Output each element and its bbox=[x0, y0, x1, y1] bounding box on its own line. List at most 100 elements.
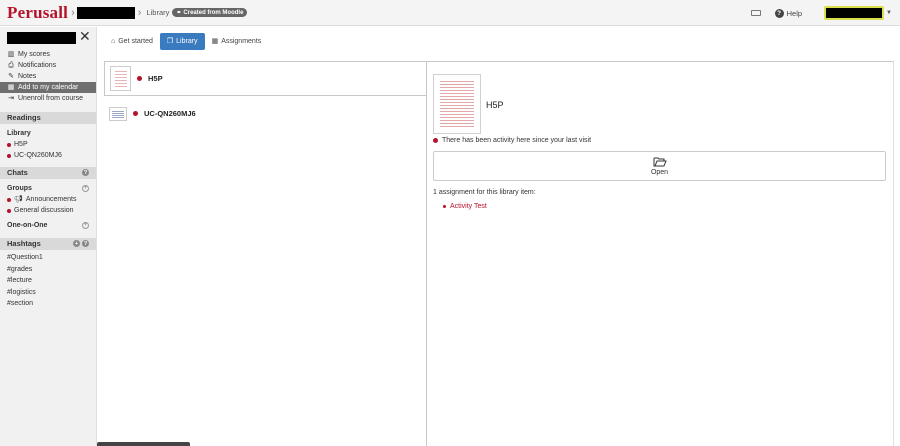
chart-icon: ▥ bbox=[7, 51, 15, 58]
perusall-logo[interactable]: Perusall bbox=[7, 3, 68, 23]
unread-dot bbox=[7, 208, 11, 213]
tab-label: Assignments bbox=[221, 38, 262, 45]
redacted-course-name[interactable] bbox=[76, 6, 135, 19]
document-thumbnail bbox=[109, 106, 127, 121]
detail-title: H5P bbox=[486, 100, 504, 110]
menu-label: My scores bbox=[18, 51, 50, 58]
sidebar: ✕ ▥ My scores ⎙ Notifications ✎ Notes ▦ Add … bbox=[0, 27, 97, 446]
megaphone-icon: 📢︎ bbox=[14, 196, 23, 203]
help-icon[interactable]: ? bbox=[82, 240, 89, 247]
one-on-one-subheader: One-on-One + bbox=[0, 220, 96, 231]
chevron-right-icon: › bbox=[137, 6, 142, 19]
pencil-icon: ✎ bbox=[8, 73, 14, 80]
library-subheader[interactable]: Library bbox=[0, 128, 96, 139]
activity-notice: There has been activity here since your … bbox=[433, 137, 591, 144]
help-label: Help bbox=[786, 8, 803, 18]
unread-dot bbox=[137, 76, 142, 81]
one-on-one-label: One-on-One bbox=[7, 222, 48, 229]
assignment-label: Activity Test bbox=[450, 203, 487, 210]
exit-icon: ⇥ bbox=[8, 95, 14, 102]
group-label: General discussion bbox=[14, 207, 74, 214]
unread-dot bbox=[433, 138, 438, 143]
home-icon: ⌂ bbox=[111, 38, 116, 45]
library-list: H5P UC-QN260MJ6 bbox=[104, 61, 426, 446]
document-thumbnail bbox=[110, 66, 131, 91]
readings-header-label: Readings bbox=[7, 113, 41, 122]
readings-header: Readings bbox=[0, 112, 96, 124]
menu-my-scores[interactable]: ▥ My scores bbox=[0, 49, 96, 60]
add-group-icon[interactable]: + bbox=[82, 185, 89, 192]
top-right-controls: ? Help ▼ bbox=[750, 3, 892, 23]
assignment-count: 1 assignment for this library item: bbox=[433, 189, 536, 196]
menu-label: Notes bbox=[18, 73, 37, 80]
chats-header-label: Chats bbox=[7, 168, 28, 177]
unread-dot bbox=[7, 197, 11, 202]
group-item[interactable]: 📢︎ Announcements bbox=[0, 194, 96, 205]
menu-notes[interactable]: ✎ Notes bbox=[0, 71, 96, 82]
close-icon[interactable]: ✕ bbox=[79, 28, 91, 45]
bottom-scroll-handle[interactable] bbox=[97, 442, 190, 446]
library-item[interactable]: UC-QN260MJ6 bbox=[104, 96, 426, 131]
calendar-icon: ▦ bbox=[7, 84, 15, 91]
reading-label: UC-QN260MJ6 bbox=[14, 152, 62, 159]
chevron-right-icon: › bbox=[71, 6, 75, 19]
library-subheader-label: Library bbox=[7, 130, 31, 137]
menu-unenroll[interactable]: ⇥ Unenroll from course bbox=[0, 93, 96, 104]
menu-notifications[interactable]: ⎙ Notifications bbox=[0, 60, 96, 71]
assignment-link[interactable]: Activity Test bbox=[443, 203, 487, 210]
menu-add-to-calendar[interactable]: ▦ Add to my calendar bbox=[0, 82, 96, 93]
link-icon: ⚭ bbox=[176, 10, 182, 16]
reading-item[interactable]: UC-QN260MJ6 bbox=[0, 150, 96, 161]
group-label: Announcements bbox=[25, 196, 77, 203]
add-chat-icon[interactable]: + bbox=[82, 222, 89, 229]
moodle-badge: ⚭ Created from Moodle bbox=[172, 8, 248, 17]
unread-dot bbox=[133, 111, 138, 116]
keyboard-icon[interactable] bbox=[750, 10, 761, 16]
chevron-down-icon[interactable]: ▼ bbox=[886, 10, 892, 16]
help-button[interactable]: ? Help bbox=[774, 8, 803, 18]
document-preview[interactable] bbox=[433, 74, 481, 134]
breadcrumb-library: Library bbox=[146, 8, 170, 17]
tab-label: Library bbox=[176, 38, 198, 45]
group-item[interactable]: General discussion bbox=[0, 205, 96, 216]
reading-item[interactable]: H5P bbox=[0, 139, 96, 150]
unread-dot bbox=[7, 142, 11, 147]
groups-subheader: Groups + bbox=[0, 183, 96, 194]
folder-open-icon bbox=[653, 157, 667, 167]
hashtag-item[interactable]: #lecture bbox=[0, 275, 96, 287]
hashtags-header: Hashtags +? bbox=[0, 238, 96, 250]
menu-label: Unenroll from course bbox=[18, 95, 83, 102]
tab-library[interactable]: ❐ Library bbox=[159, 33, 205, 50]
groups-subheader-label: Groups bbox=[7, 185, 32, 192]
tab-get-started[interactable]: ⌂ Get started bbox=[104, 33, 160, 50]
hashtag-item[interactable]: #section bbox=[0, 298, 96, 310]
bullet bbox=[443, 205, 446, 208]
sidebar-header: ✕ bbox=[0, 27, 96, 49]
detail-panel: H5P There has been activity here since y… bbox=[426, 61, 894, 446]
library-item-title: UC-QN260MJ6 bbox=[144, 109, 196, 118]
tab-assignments[interactable]: ▦ Assignments bbox=[205, 33, 269, 50]
open-button[interactable]: Open bbox=[433, 151, 886, 181]
chats-header: Chats? bbox=[0, 167, 96, 179]
library-icon: ❐ bbox=[166, 38, 174, 45]
menu-label: Add to my calendar bbox=[18, 84, 79, 91]
hashtag-item[interactable]: #logistics bbox=[0, 287, 96, 299]
tab-bar: ⌂ Get started ❐ Library ▦ Assignments bbox=[104, 33, 268, 50]
activity-text: There has been activity here since your … bbox=[442, 137, 592, 144]
top-bar: Perusall › › Library ⚭ Created from Moodl… bbox=[0, 0, 900, 26]
printer-icon: ⎙ bbox=[8, 62, 14, 69]
tab-label: Get started bbox=[118, 38, 153, 45]
add-hashtag-icon[interactable]: + bbox=[73, 240, 80, 247]
open-label: Open bbox=[650, 169, 669, 176]
unread-dot bbox=[7, 153, 11, 158]
library-item-title: H5P bbox=[148, 74, 163, 83]
moodle-badge-label: Created from Moodle bbox=[183, 9, 244, 16]
reading-label: H5P bbox=[14, 141, 28, 148]
hashtag-item[interactable]: #grades bbox=[0, 264, 96, 276]
help-icon[interactable]: ? bbox=[82, 169, 89, 176]
user-menu-redacted[interactable] bbox=[824, 6, 885, 20]
hashtag-item[interactable]: #Question1 bbox=[0, 252, 96, 264]
calendar-icon: ▦ bbox=[211, 38, 219, 45]
menu-label: Notifications bbox=[18, 62, 57, 69]
library-item[interactable]: H5P bbox=[104, 61, 426, 96]
